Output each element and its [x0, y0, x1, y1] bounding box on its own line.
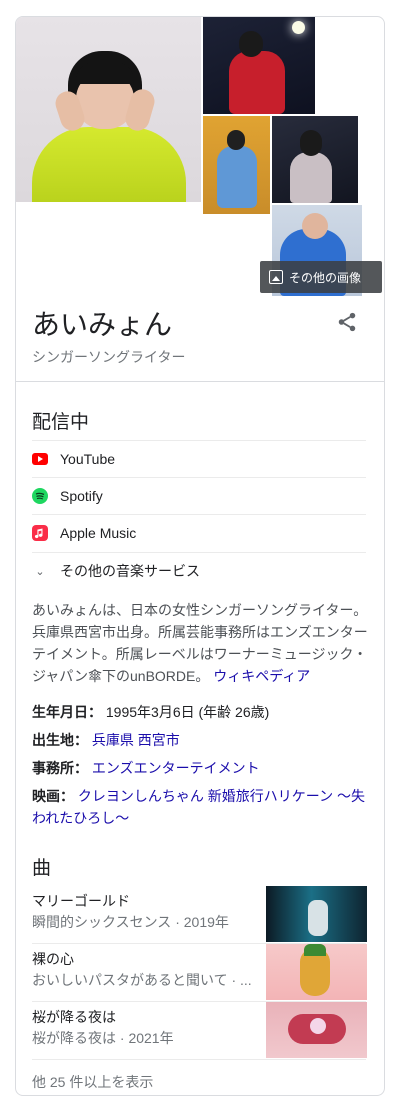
thumbnail-figure: [229, 51, 285, 114]
spotify-icon: [32, 488, 48, 504]
photo-bangs: [76, 62, 134, 84]
song-item[interactable]: 裸の心 おいしいパスタがあると聞いて · ...: [32, 944, 382, 1001]
songs-heading: 曲: [32, 858, 52, 879]
song-title: マリーゴールド: [32, 893, 130, 909]
song-item[interactable]: マリーゴールド 瞬間的シックスセンス · 2019年: [32, 886, 382, 943]
photo-sweater: [32, 127, 186, 202]
song-artwork: [266, 944, 367, 1000]
more-images-button[interactable]: その他の画像: [260, 261, 382, 293]
service-youtube[interactable]: YouTube: [32, 440, 366, 477]
fact-label: 生年月日：: [32, 704, 102, 720]
fact-agency: 事務所： エンズエンターテイメント: [32, 757, 372, 779]
song-title: 桜が降る夜は: [32, 1009, 116, 1025]
thumbnail-head: [239, 31, 263, 57]
fact-birthplace: 出生地： 兵庫県 西宮市: [32, 729, 372, 751]
entity-subtitle: シンガーソングライター: [32, 349, 186, 365]
song-meta: 桜が降る夜は · 2021年: [32, 1030, 174, 1046]
service-spotify[interactable]: Spotify: [32, 477, 366, 514]
song-item[interactable]: 桜が降る夜は 桜が降る夜は · 2021年: [32, 1002, 382, 1059]
entity-title: あいみょん: [32, 309, 173, 340]
chevron-down-icon: ⌄: [35, 565, 45, 578]
divider: [16, 381, 384, 382]
thumbnail-photo-3[interactable]: [272, 116, 358, 203]
youtube-icon: [32, 451, 48, 467]
stage-light: [292, 21, 305, 34]
song-meta: 瞬間的シックスセンス · 2019年: [32, 914, 229, 930]
more-images-label: その他の画像: [289, 270, 362, 285]
thumbnail-photo-2[interactable]: [203, 116, 270, 214]
fact-value: 1995年3月6日 (年齢 26歳): [105, 704, 270, 720]
song-title: 裸の心: [32, 951, 74, 967]
image-icon: [269, 270, 283, 284]
service-label: YouTube: [60, 451, 116, 467]
knowledge-panel: その他の画像 あいみょん シンガーソングライター 配信中 YouTube Spo…: [15, 16, 385, 1096]
song-artwork: [266, 886, 367, 942]
fact-label: 出生地：: [32, 732, 88, 748]
thumbnail-head: [300, 130, 322, 156]
show-more-songs-link[interactable]: 他 25 件以上を表示: [32, 1072, 153, 1092]
divider: [32, 1059, 366, 1060]
agency-link[interactable]: エンズエンターテイメント: [92, 760, 260, 776]
thumbnail-figure: [217, 146, 257, 208]
birthplace-link[interactable]: 兵庫県 西宮市: [92, 732, 180, 748]
fact-label: 事務所：: [32, 760, 88, 776]
service-label: Apple Music: [60, 525, 137, 541]
apple-music-icon: [32, 525, 48, 541]
thumbnail-head: [302, 213, 328, 239]
description: あいみょんは、日本の女性シンガーソングライター。兵庫県西宮市出身。所属芸能事務所…: [32, 599, 368, 687]
thumbnail-head: [227, 130, 245, 150]
film-link[interactable]: クレヨンしんちゃん 新婚旅行ハリケーン ～失われたひろし～: [32, 788, 365, 826]
service-label: Spotify: [60, 488, 103, 504]
thumbnail-figure: [290, 152, 332, 203]
more-music-services[interactable]: ⌄ その他の音楽サービス: [32, 552, 366, 589]
fact-born: 生年月日： 1995年3月6日 (年齢 26歳): [32, 701, 372, 723]
streaming-heading: 配信中: [32, 412, 90, 433]
wikipedia-link[interactable]: ウィキペディア: [213, 668, 310, 684]
main-photo[interactable]: [16, 17, 201, 202]
description-text: あいみょんは、日本の女性シンガーソングライター。兵庫県西宮市出身。所属芸能事務所…: [32, 602, 368, 684]
share-icon[interactable]: [336, 311, 358, 333]
service-apple-music[interactable]: Apple Music: [32, 514, 366, 551]
thumbnail-photo-1[interactable]: [203, 17, 315, 114]
song-artwork: [266, 1002, 367, 1058]
song-meta: おいしいパスタがあると聞いて · ...: [32, 972, 252, 988]
fact-film: 映画： クレヨンしんちゃん 新婚旅行ハリケーン ～失われたひろし～: [32, 785, 372, 829]
fact-label: 映画：: [32, 788, 74, 804]
more-music-services-label: その他の音楽サービス: [60, 563, 200, 579]
